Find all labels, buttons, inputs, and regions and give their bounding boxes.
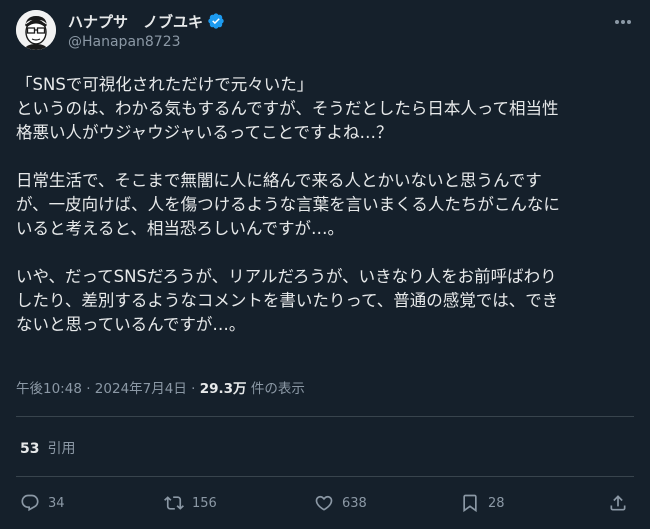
tweet-line: したり、差別するようなコメントを書いたりって、普通の感覚では、でき [16,291,559,310]
views-label: 件の表示 [250,381,305,397]
display-name[interactable]: ハナプサ ノブユキ [68,11,203,32]
tweet-line: 格悪い人がウジャウジャいるってことですよね…？ [16,123,393,142]
share-button[interactable] [608,493,628,513]
tweet-line: ないと思っているんですが…。 [16,315,246,334]
tweet-line: いや、だってSNSだろうが、リアルだろうが、いきなり人をお前呼ばわり [16,267,557,286]
tweet-text: 「SNSで可視化されただけで元々いた」 というのは、わかる気もするんですが、そう… [16,73,634,337]
quotes-label: 引用 [47,441,76,457]
tweet-header: ハナプサ ノブユキ @Hanapan8723 [16,10,634,58]
repost-icon [164,496,184,510]
bookmark-button[interactable]: 28 [460,493,505,513]
divider [16,476,634,477]
action-bar: 34 156 638 28 [16,493,634,519]
avatar-illustration-icon [16,10,56,50]
tweet-line: というのは、わかる気もするんですが、そうだとしたら日本人って相当性 [16,99,559,118]
repost-button[interactable]: 156 [164,493,217,513]
tweet-meta: 午後10:48 · 2024年7月4日 · 29.3万 件の表示 [16,377,305,397]
more-options-icon[interactable] [612,12,634,32]
heart-icon [315,495,333,511]
reply-button[interactable]: 34 [20,493,65,513]
user-names: ハナプサ ノブユキ @Hanapan8723 [68,11,225,50]
verified-badge-icon [208,13,224,29]
meta-separator: · [191,381,200,397]
share-icon [610,495,626,511]
meta-separator: · [86,381,95,397]
tweet-date[interactable]: 2024年7月4日 [95,381,187,397]
tweet-time[interactable]: 午後10:48 [16,381,82,397]
quotes-link[interactable]: 53 引用 [20,438,75,458]
tweet-line: が、一皮向けば、人を傷つけるような言葉を言いまくる人たちがこんなに [16,195,560,214]
tweet-line: 日常生活で、そこまで無闇に人に絡んで来る人とかいないと思うんです [16,171,542,190]
tweet-line: 「SNSで可視化されただけで元々いた」 [16,75,314,94]
repost-count: 156 [192,495,217,511]
like-button[interactable]: 638 [314,493,367,513]
tweet-line: いると考えると、相当恐ろしいんですが…。 [16,219,345,238]
user-avatar[interactable] [16,10,56,50]
quotes-count: 53 [20,441,40,457]
like-count: 638 [342,495,367,511]
reply-icon [21,494,39,512]
reply-count: 34 [48,495,65,511]
views-count: 29.3万 [199,381,247,397]
divider [16,416,634,417]
bookmark-count: 28 [488,495,505,511]
bookmark-icon [463,494,477,513]
user-handle[interactable]: @Hanapan8723 [68,34,225,50]
